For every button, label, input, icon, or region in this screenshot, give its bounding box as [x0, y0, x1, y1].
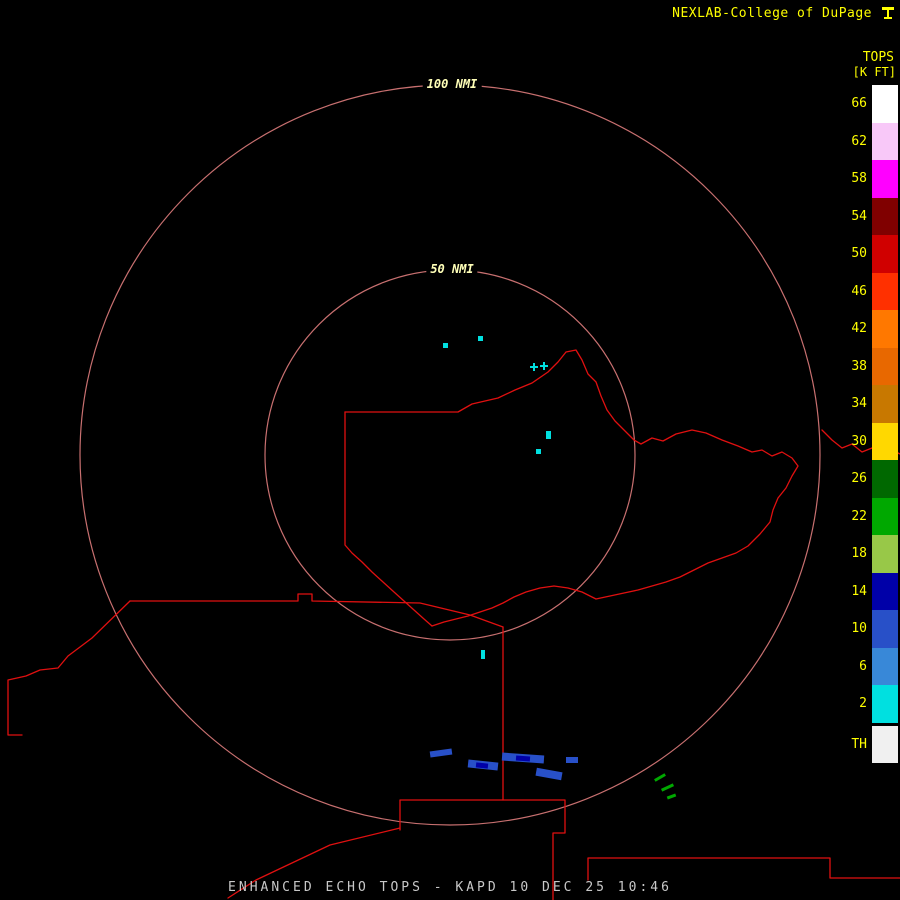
legend-color-swatch: [872, 535, 898, 573]
legend-entry-label: 62: [851, 134, 867, 149]
legend-color-swatch: [872, 273, 898, 311]
legend-color-swatch: [872, 348, 898, 386]
legend-entry-label: 38: [851, 359, 867, 374]
legend-color-swatch: [872, 573, 898, 611]
legend-entry-50: 50: [851, 235, 898, 273]
cod-logo-icon: [880, 5, 896, 21]
legend-color-swatch: [872, 726, 898, 764]
range-ring-50: [265, 270, 635, 640]
legend-entry-14: 14: [851, 573, 898, 611]
range-ring-50-label: 50 NMI: [426, 262, 477, 276]
legend-color-swatch: [872, 85, 898, 123]
legend-entry-42: 42: [851, 310, 898, 348]
legend-entry-label: 54: [851, 209, 867, 224]
legend-entry-TH: TH: [851, 726, 898, 764]
legend-color-swatch: [872, 123, 898, 161]
legend-entry-18: 18: [851, 535, 898, 573]
legend-color-swatch: [872, 198, 898, 236]
legend-entry-58: 58: [851, 160, 898, 198]
legend-color-swatch: [872, 310, 898, 348]
legend-entry-66: 66: [851, 85, 898, 123]
range-ring-100-label: 100 NMI: [423, 77, 482, 91]
county-boundaries: [8, 350, 900, 900]
legend-entry-46: 46: [851, 273, 898, 311]
legend-entry-label: 14: [851, 584, 867, 599]
radar-map: [0, 0, 900, 900]
legend-entry-22: 22: [851, 498, 898, 536]
legend: TOPS [K FT] 6662585450464238343026221814…: [851, 50, 898, 763]
legend-entry-62: 62: [851, 123, 898, 161]
legend-entry-6: 6: [851, 648, 898, 686]
legend-entry-2: 2: [851, 685, 898, 723]
legend-entry-30: 30: [851, 423, 898, 461]
legend-color-swatch: [872, 498, 898, 536]
legend-title: TOPS: [851, 50, 898, 65]
range-ring-100: [80, 85, 820, 825]
legend-entry-38: 38: [851, 348, 898, 386]
legend-units: [K FT]: [851, 65, 898, 79]
legend-color-swatch: [872, 460, 898, 498]
legend-entry-label: 26: [851, 471, 867, 486]
legend-color-swatch: [872, 648, 898, 686]
legend-color-swatch: [872, 610, 898, 648]
legend-entry-label: 30: [851, 434, 867, 449]
legend-entry-label: TH: [851, 737, 867, 752]
legend-color-swatch: [872, 385, 898, 423]
legend-color-swatch: [872, 160, 898, 198]
legend-entry-label: 6: [859, 659, 867, 674]
legend-entry-label: 34: [851, 396, 867, 411]
legend-entry-label: 22: [851, 509, 867, 524]
legend-entry-26: 26: [851, 460, 898, 498]
product-caption: ENHANCED ECHO TOPS - KAPD 10 DEC 25 10:4…: [0, 880, 900, 895]
legend-entries: 66625854504642383430262218141062TH: [851, 85, 898, 763]
legend-entry-label: 50: [851, 246, 867, 261]
legend-entry-label: 66: [851, 96, 867, 111]
legend-entry-10: 10: [851, 610, 898, 648]
legend-entry-label: 2: [859, 696, 867, 711]
legend-entry-label: 58: [851, 171, 867, 186]
legend-entry-label: 46: [851, 284, 867, 299]
legend-entry-54: 54: [851, 198, 898, 236]
legend-color-swatch: [872, 235, 898, 273]
legend-entry-label: 10: [851, 621, 867, 636]
legend-color-swatch: [872, 423, 898, 461]
legend-entry-label: 18: [851, 546, 867, 561]
legend-color-swatch: [872, 685, 898, 723]
legend-entry-label: 42: [851, 321, 867, 336]
legend-entry-34: 34: [851, 385, 898, 423]
radar-screen: 100 NMI 50 NMI NEXLAB-College of DuPage …: [0, 0, 900, 900]
brand-text: NEXLAB-College of DuPage: [672, 6, 872, 21]
